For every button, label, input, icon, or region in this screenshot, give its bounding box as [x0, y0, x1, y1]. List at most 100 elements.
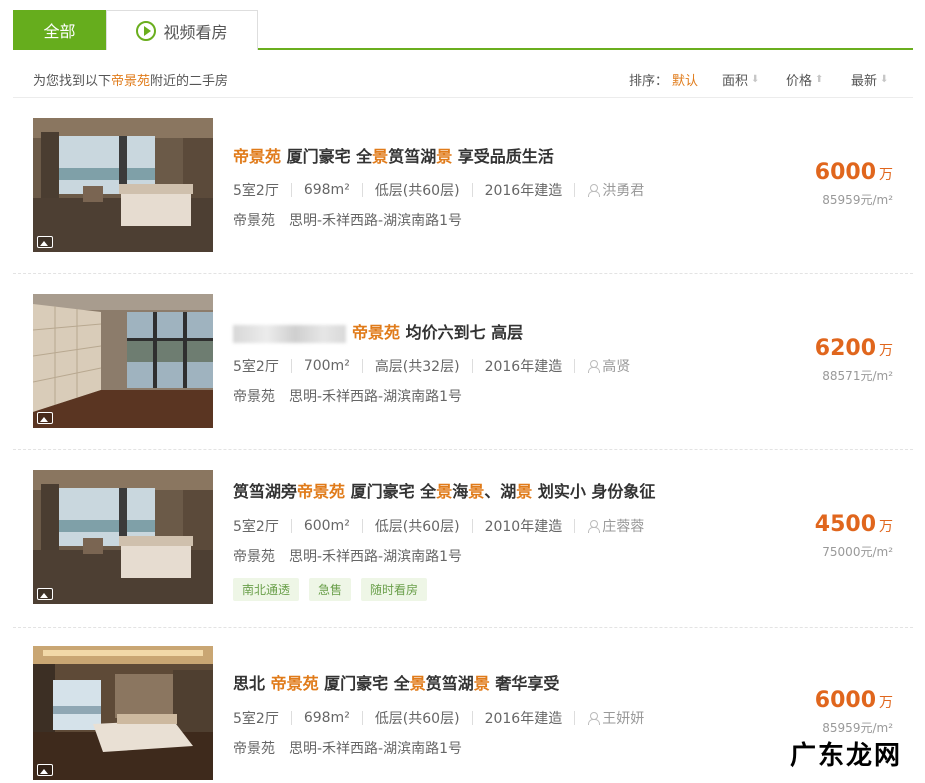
listing-card: 筼筜湖旁帝景苑 厦门豪宅 全景海景、湖景 划实小 身份象征 5室2厅 600m²…	[13, 450, 913, 628]
divider	[574, 519, 576, 533]
unit-price: 75000元/m²	[822, 545, 893, 559]
image-gallery-icon	[37, 764, 53, 776]
divider	[361, 711, 363, 725]
total-price: 4500 万	[815, 512, 893, 537]
community-link[interactable]: 帝景苑	[233, 741, 275, 757]
community-link[interactable]: 帝景苑	[233, 389, 275, 405]
unit-price: 88571元/m²	[822, 369, 893, 383]
title-segment: 厦门豪宅 全	[345, 482, 437, 501]
sort-label: 排序：	[629, 74, 669, 89]
title-segment: 、湖	[484, 482, 517, 501]
title-segment: 景	[436, 147, 453, 166]
tab-video-tour[interactable]: 视频看房	[106, 10, 258, 50]
agent-name: 洪勇君	[602, 183, 645, 199]
summary-keyword: 帝景苑	[111, 74, 151, 89]
divider	[574, 711, 576, 725]
price-unit: 万	[879, 695, 893, 711]
title-segment: 厦门豪宅 全	[281, 147, 373, 166]
room-photo-image	[33, 470, 213, 604]
price-value: 6000	[814, 688, 876, 713]
divider	[471, 711, 473, 725]
title-segment: 海	[452, 482, 469, 501]
agent-link[interactable]: 庄蓉蓉	[587, 516, 644, 536]
address-text: 思明-禾祥西路-湖滨南路1号	[289, 549, 463, 565]
listing-card: 帝景苑 厦门豪宅 全景筼筜湖景 享受品质生活 5室2厅 698m² 低层(共60…	[13, 98, 913, 274]
sort-price-button[interactable]: 价格 ⬆	[786, 70, 823, 89]
arrow-down-icon: ⬇	[751, 74, 760, 85]
build-year: 2016年建造	[484, 711, 563, 727]
listing-attributes: 5室2厅 698m² 低层(共60层) 2016年建造 王妍妍	[233, 708, 644, 728]
summary-suffix: 附近的二手房	[150, 74, 229, 89]
listing-attributes: 5室2厅 698m² 低层(共60层) 2016年建造 洪勇君	[233, 180, 644, 200]
title-segment: 均价六到七 高层	[400, 323, 524, 342]
floor-level: 低层(共60层)	[374, 519, 460, 535]
title-segment: 景	[473, 674, 490, 693]
price-value: 6200	[814, 336, 876, 361]
title-segment: 享受品质生活	[452, 147, 554, 166]
build-year: 2010年建造	[484, 519, 563, 535]
unit-price: 85959元/m²	[822, 193, 893, 207]
title-segment: 景	[516, 482, 533, 501]
arrow-up-icon: ⬆	[815, 74, 824, 85]
agent-link[interactable]: 王妍妍	[587, 708, 644, 728]
agent-link[interactable]: 高贤	[587, 356, 630, 376]
agent-name: 高贤	[602, 359, 631, 375]
address-text: 思明-禾祥西路-湖滨南路1号	[289, 741, 463, 757]
sort-default-button[interactable]: 默认	[672, 70, 698, 89]
total-price: 6000 万	[815, 160, 893, 185]
sort-newest-button[interactable]: 最新 ⬇	[851, 70, 888, 89]
floor-level: 低层(共60层)	[374, 183, 460, 199]
listing-title[interactable]: 筼筜湖旁帝景苑 厦门豪宅 全景海景、湖景 划实小 身份象征	[233, 478, 655, 502]
site-watermark: 广东龙网	[790, 741, 903, 771]
room-layout: 5室2厅	[233, 183, 279, 199]
listing-card: 帝景苑 均价六到七 高层 5室2厅 700m² 高层(共32层) 2016年建造…	[13, 274, 913, 450]
sort-default-label: 默认	[672, 74, 699, 89]
title-segment: 景	[372, 147, 389, 166]
user-icon	[587, 184, 601, 197]
image-gallery-icon	[37, 588, 53, 600]
feature-tags: 南北通透 急售 随时看房	[233, 578, 428, 601]
title-segment: 景	[436, 482, 453, 501]
listing-photo[interactable]	[33, 294, 213, 428]
sort-price-label: 价格	[786, 74, 813, 89]
divider	[290, 519, 292, 533]
tab-all[interactable]: 全部	[13, 10, 106, 50]
listing-title[interactable]: 思北 帝景苑 厦门豪宅 全景筼筜湖景 奢华享受	[233, 670, 559, 694]
divider	[290, 183, 292, 197]
floor-area: 600m²	[303, 518, 350, 534]
user-icon	[587, 712, 601, 725]
divider	[574, 183, 576, 197]
user-icon	[587, 520, 601, 533]
sort-newest-label: 最新	[851, 74, 878, 89]
tab-bar: 全部 视频看房	[13, 10, 913, 50]
floor-area: 700m²	[303, 358, 350, 374]
title-segment: 帝景苑	[270, 674, 319, 693]
room-photo-image	[33, 646, 213, 780]
user-icon	[587, 360, 601, 373]
feature-tag: 急售	[309, 578, 352, 601]
room-layout: 5室2厅	[233, 711, 279, 727]
listing-photo[interactable]	[33, 118, 213, 252]
listing-title[interactable]: 帝景苑 厦门豪宅 全景筼筜湖景 享受品质生活	[233, 143, 554, 167]
title-segment: 帝景苑	[352, 323, 401, 342]
agent-link[interactable]: 洪勇君	[587, 180, 644, 200]
community-link[interactable]: 帝景苑	[233, 549, 275, 565]
room-photo-image	[33, 294, 213, 428]
listing-photo[interactable]	[33, 470, 213, 604]
listing-attributes: 5室2厅 600m² 低层(共60层) 2010年建造 庄蓉蓉	[233, 516, 644, 536]
total-price: 6200 万	[815, 336, 893, 361]
divider	[290, 359, 292, 373]
listing-photo[interactable]	[33, 646, 213, 780]
sort-area-button[interactable]: 面积 ⬇	[722, 70, 759, 89]
title-segment: 景	[409, 674, 426, 693]
tab-video-label: 视频看房	[163, 22, 228, 42]
room-layout: 5室2厅	[233, 519, 279, 535]
listing-title[interactable]: 帝景苑 均价六到七 高层	[233, 319, 523, 343]
price-value: 6000	[814, 160, 876, 185]
build-year: 2016年建造	[484, 359, 563, 375]
address-text: 思明-禾祥西路-湖滨南路1号	[289, 389, 463, 405]
floor-area: 698m²	[303, 182, 350, 198]
address-text: 思明-禾祥西路-湖滨南路1号	[289, 213, 463, 229]
title-segment: 筼筜湖旁	[233, 482, 298, 501]
community-link[interactable]: 帝景苑	[233, 213, 275, 229]
